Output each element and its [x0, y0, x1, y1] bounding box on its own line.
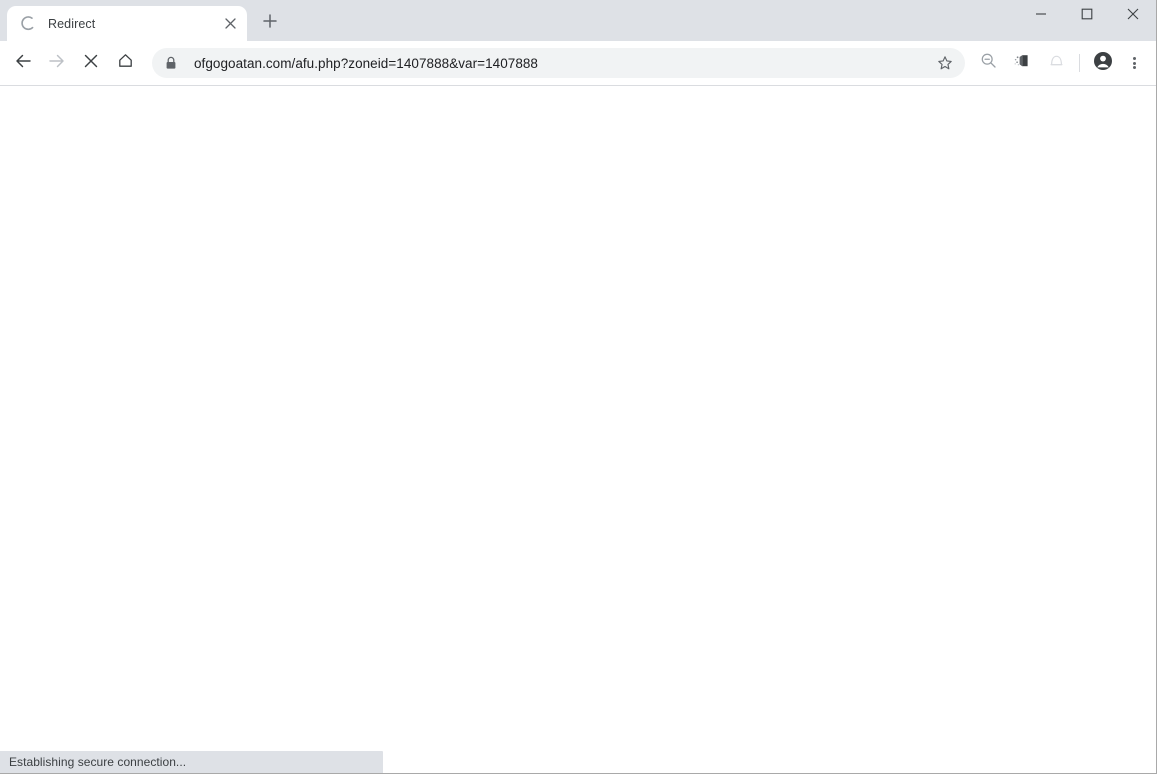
window-controls: [1018, 0, 1156, 32]
status-bubble-text: Establishing secure connection...: [9, 755, 187, 769]
adblock-extension-button[interactable]: [1008, 49, 1036, 77]
bookmark-star-icon[interactable]: [931, 49, 959, 77]
forward-button: [42, 48, 72, 78]
browser-toolbar: ofgogoatan.com/afu.php?zoneid=1407888&va…: [0, 41, 1156, 86]
close-button[interactable]: [1110, 0, 1156, 32]
close-icon[interactable]: [219, 13, 241, 35]
minimize-button[interactable]: [1018, 0, 1064, 32]
browser-window: Redirect ofgogoatan.com/afu.php?zoneid=1…: [0, 0, 1157, 774]
maximize-icon: [1081, 7, 1093, 25]
home-icon: [117, 52, 134, 74]
page-content: [0, 86, 1156, 773]
tab-strip: Redirect: [0, 0, 1156, 41]
chrome-menu-button[interactable]: [1120, 48, 1148, 78]
cookie-icon: [1048, 52, 1065, 74]
profile-avatar[interactable]: [1088, 48, 1118, 78]
close-icon: [1127, 7, 1139, 25]
tab-title: Redirect: [48, 16, 96, 31]
home-button[interactable]: [110, 48, 140, 78]
toolbar-divider: [1079, 54, 1080, 72]
plus-icon: [263, 13, 277, 33]
stop-loading-button[interactable]: [76, 48, 106, 78]
minimize-icon: [1035, 7, 1047, 25]
new-tab-button[interactable]: [255, 8, 285, 38]
zoom-out-button[interactable]: [974, 49, 1002, 77]
browser-tab[interactable]: Redirect: [7, 6, 247, 41]
extension-adblock-icon: [1013, 52, 1031, 75]
arrow-left-icon: [14, 52, 32, 75]
cookie-extension-button[interactable]: [1042, 49, 1070, 77]
close-x-icon: [83, 53, 99, 74]
arrow-right-icon: [48, 52, 66, 75]
lock-icon[interactable]: [165, 56, 179, 70]
status-bubble: Establishing secure connection...: [0, 751, 383, 773]
page-viewport: Establishing secure connection...: [0, 86, 1156, 773]
loading-spinner-icon: [19, 15, 36, 32]
account-circle-icon: [1093, 51, 1113, 76]
maximize-button[interactable]: [1064, 0, 1110, 32]
back-button[interactable]: [8, 48, 38, 78]
magnifier-minus-icon: [980, 52, 997, 74]
url-text[interactable]: ofgogoatan.com/afu.php?zoneid=1407888&va…: [194, 56, 931, 71]
address-bar[interactable]: ofgogoatan.com/afu.php?zoneid=1407888&va…: [152, 48, 965, 78]
three-dot-menu-icon: [1132, 56, 1136, 71]
